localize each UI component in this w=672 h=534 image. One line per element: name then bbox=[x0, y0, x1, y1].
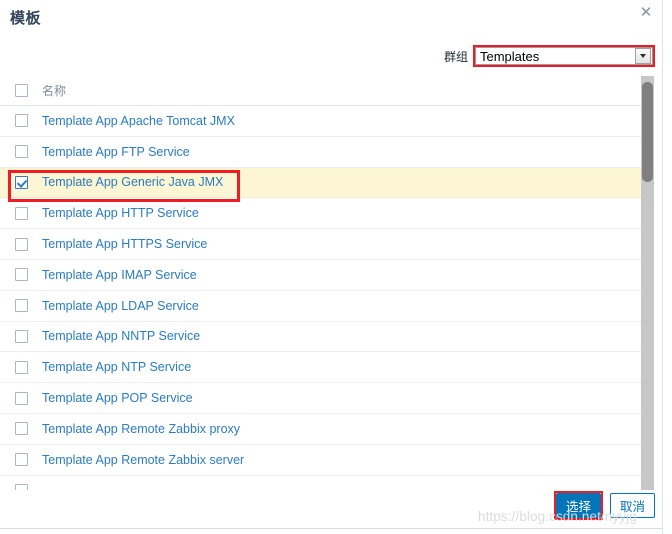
chevron-down-icon[interactable] bbox=[635, 48, 651, 64]
row-checkbox[interactable] bbox=[14, 299, 28, 313]
table-row[interactable]: Template App LDAP Service bbox=[0, 291, 645, 322]
row-checkbox-cell[interactable] bbox=[0, 329, 42, 343]
row-checkbox[interactable] bbox=[14, 422, 28, 436]
row-checkbox[interactable] bbox=[14, 268, 28, 282]
row-checkbox-cell[interactable] bbox=[0, 237, 42, 251]
template-name-link[interactable]: Template App LDAP Service bbox=[42, 299, 199, 313]
footer-buttons: 选择 取消 bbox=[553, 491, 655, 520]
row-checkbox-cell[interactable] bbox=[0, 175, 42, 189]
template-name-link[interactable]: Template App NTP Service bbox=[42, 360, 191, 374]
group-filter: 群组 Templates bbox=[444, 45, 655, 67]
group-select-value: Templates bbox=[480, 48, 540, 64]
group-select[interactable]: Templates bbox=[475, 47, 653, 65]
template-name-link[interactable]: Template App IMAP Service bbox=[42, 268, 197, 282]
table-row[interactable]: Template App IMAP Service bbox=[0, 260, 645, 291]
template-name-link[interactable]: Template App Remote Zabbix proxy bbox=[42, 422, 240, 436]
row-checkbox[interactable] bbox=[14, 237, 28, 251]
select-all-checkbox[interactable] bbox=[14, 84, 28, 97]
table-row[interactable]: Template App HTTP Service bbox=[0, 198, 645, 230]
table-row[interactable]: Template App NTP Service bbox=[0, 352, 645, 384]
row-checkbox[interactable] bbox=[14, 391, 28, 405]
row-checkbox-cell[interactable] bbox=[0, 453, 42, 467]
table-row[interactable]: Template App Remote Zabbix server bbox=[0, 445, 645, 476]
page-title: 模板 bbox=[10, 10, 42, 27]
list-scrollbar[interactable] bbox=[641, 76, 654, 490]
row-checkbox[interactable] bbox=[14, 175, 28, 189]
table-row[interactable]: Template App POP Service bbox=[0, 383, 645, 414]
table-row[interactable]: Template App Remote Zabbix proxy bbox=[0, 414, 645, 445]
table-row[interactable]: Template App Apache Tomcat JMX bbox=[0, 106, 645, 137]
dialog-header: 模板 ✕ bbox=[0, 0, 663, 40]
template-name-link[interactable]: Template App FTP Service bbox=[42, 145, 190, 159]
template-name-link[interactable]: Template App HTTPS Service bbox=[42, 237, 207, 251]
row-checkbox-cell[interactable] bbox=[0, 299, 42, 313]
footer-divider bbox=[0, 528, 663, 529]
table-row[interactable]: Template App FTP Service bbox=[0, 137, 645, 168]
table-row[interactable]: Template App Generic Java JMX bbox=[0, 167, 645, 199]
row-checkbox-cell[interactable] bbox=[0, 206, 42, 220]
row-checkbox[interactable] bbox=[14, 114, 28, 128]
template-name-link[interactable]: Template App HTTP Service bbox=[42, 206, 199, 220]
list-scrollbar-thumb[interactable] bbox=[642, 82, 653, 182]
cancel-button[interactable]: 取消 bbox=[609, 493, 655, 518]
row-checkbox[interactable] bbox=[14, 360, 28, 374]
template-name-link[interactable]: Template App Apache Tomcat JMX bbox=[42, 114, 235, 128]
table-row[interactable] bbox=[0, 476, 645, 490]
row-checkbox-cell[interactable] bbox=[0, 114, 42, 128]
template-list[interactable]: 名称 Template App Apache Tomcat JMX Templat… bbox=[0, 76, 663, 490]
row-checkbox-cell[interactable] bbox=[0, 422, 42, 436]
row-checkbox-cell[interactable] bbox=[0, 391, 42, 405]
row-checkbox[interactable] bbox=[14, 329, 28, 343]
column-header-name: 名称 bbox=[42, 84, 67, 98]
template-name-link[interactable]: Template App POP Service bbox=[42, 391, 193, 405]
row-checkbox[interactable] bbox=[14, 453, 28, 467]
table-row[interactable]: Template App HTTPS Service bbox=[0, 229, 645, 260]
close-icon[interactable]: ✕ bbox=[637, 4, 655, 22]
row-checkbox[interactable] bbox=[14, 206, 28, 220]
select-button[interactable]: 选择 bbox=[555, 493, 601, 518]
template-name-link[interactable]: Template App NNTP Service bbox=[42, 329, 200, 343]
page-right-gutter bbox=[663, 0, 672, 534]
select-button-highlight: 选择 bbox=[553, 491, 604, 520]
group-select-highlight: Templates bbox=[473, 45, 655, 67]
template-name-link[interactable]: Template App Remote Zabbix server bbox=[42, 453, 244, 467]
template-select-dialog: 模板 ✕ 群组 Templates 名称 Template App Apache… bbox=[0, 0, 663, 534]
group-filter-label: 群组 bbox=[443, 49, 468, 64]
table-header-row: 名称 bbox=[0, 76, 645, 106]
row-checkbox-cell[interactable] bbox=[0, 268, 42, 282]
dialog-footer: 选择 取消 bbox=[0, 490, 663, 534]
row-checkbox-cell[interactable] bbox=[0, 145, 42, 159]
row-checkbox-cell[interactable] bbox=[0, 360, 42, 374]
select-all-cell[interactable] bbox=[0, 84, 42, 97]
template-name-link[interactable]: Template App Generic Java JMX bbox=[42, 175, 223, 189]
template-table: 名称 Template App Apache Tomcat JMX Templat… bbox=[0, 76, 645, 490]
table-row[interactable]: Template App NNTP Service bbox=[0, 322, 645, 353]
row-checkbox[interactable] bbox=[14, 145, 28, 159]
